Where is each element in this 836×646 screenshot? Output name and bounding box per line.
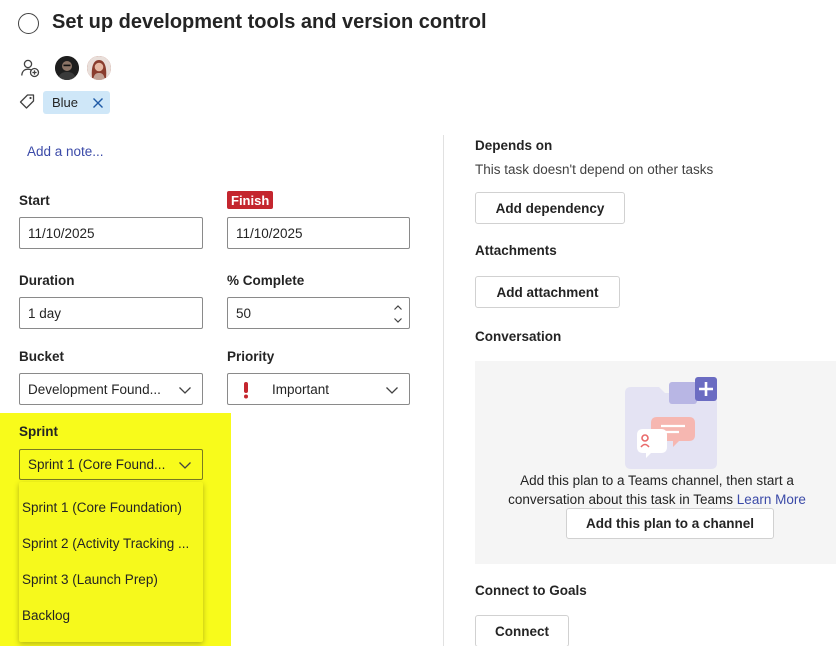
add-dependency-button[interactable]: Add dependency [475, 192, 625, 224]
priority-dropdown[interactable]: Important [227, 373, 410, 405]
complete-task-checkbox[interactable] [18, 13, 39, 34]
teams-chat-illustration-icon [625, 377, 717, 469]
finish-date-field[interactable]: 11/10/2025 [227, 217, 410, 249]
bucket-label: Bucket [19, 349, 65, 364]
sprint-option[interactable]: Sprint 2 (Activity Tracking ... [22, 536, 189, 551]
label-chip-text: Blue [52, 95, 79, 110]
start-label: Start [19, 193, 50, 208]
bucket-dropdown[interactable]: Development Found... [19, 373, 203, 405]
tag-icon[interactable] [18, 93, 36, 111]
avatar[interactable] [55, 56, 79, 80]
bucket-value: Development Found... [28, 381, 161, 397]
conversation-text-line1: Add this plan to a Teams channel, then s… [520, 473, 794, 488]
sprint-dropdown[interactable]: Sprint 1 (Core Found... [19, 449, 203, 480]
priority-label: Priority [227, 349, 275, 364]
conversation-heading: Conversation [475, 329, 562, 344]
sprint-option[interactable]: Sprint 3 (Launch Prep) [22, 572, 158, 587]
start-date-field[interactable]: 11/10/2025 [19, 217, 203, 249]
duration-field[interactable]: 1 day [19, 297, 203, 329]
percent-complete-value: 50 [236, 305, 252, 321]
finish-label: Finish [227, 191, 274, 209]
sprint-option[interactable]: Backlog [22, 608, 70, 623]
exclamation-icon [244, 382, 248, 399]
add-attachment-button[interactable]: Add attachment [475, 276, 620, 308]
percent-complete-label: % Complete [227, 273, 305, 288]
chevron-up-icon[interactable] [393, 303, 403, 313]
chevron-down-icon [179, 387, 191, 394]
conversation-message: Add this plan to a Teams channel, then s… [479, 471, 835, 509]
priority-value: Important [272, 381, 330, 397]
add-note-link[interactable]: Add a note... [27, 144, 104, 159]
add-plan-to-channel-button[interactable]: Add this plan to a channel [566, 508, 774, 539]
sprint-option[interactable]: Sprint 1 (Core Foundation) [22, 500, 182, 515]
avatar[interactable] [87, 56, 111, 80]
attachments-heading: Attachments [475, 243, 557, 258]
close-icon[interactable] [92, 97, 104, 109]
add-person-icon[interactable] [20, 58, 40, 78]
sprint-label: Sprint [19, 424, 58, 439]
connect-to-goals-heading: Connect to Goals [475, 583, 587, 598]
label-chip-blue[interactable]: Blue [43, 91, 111, 114]
sprint-value: Sprint 1 (Core Found... [28, 457, 166, 472]
percent-complete-field[interactable]: 50 [227, 297, 410, 329]
conversation-text-line2-wrap: conversation about this task in Teams Le… [479, 490, 835, 509]
connect-button[interactable]: Connect [475, 615, 569, 646]
depends-on-heading: Depends on [475, 138, 553, 153]
task-title[interactable]: Set up development tools and version con… [52, 11, 487, 34]
duration-label: Duration [19, 273, 75, 288]
sprint-dropdown-menu: Sprint 1 (Core Foundation) Sprint 2 (Act… [19, 482, 203, 642]
column-divider [443, 135, 444, 646]
chevron-down-icon [179, 462, 191, 469]
learn-more-link[interactable]: Learn More [737, 492, 806, 507]
chevron-down-icon[interactable] [393, 315, 403, 325]
chevron-down-icon [386, 387, 398, 394]
depends-on-description: This task doesn't depend on other tasks [475, 162, 714, 177]
conversation-text-line2: conversation about this task in Teams [508, 492, 734, 507]
